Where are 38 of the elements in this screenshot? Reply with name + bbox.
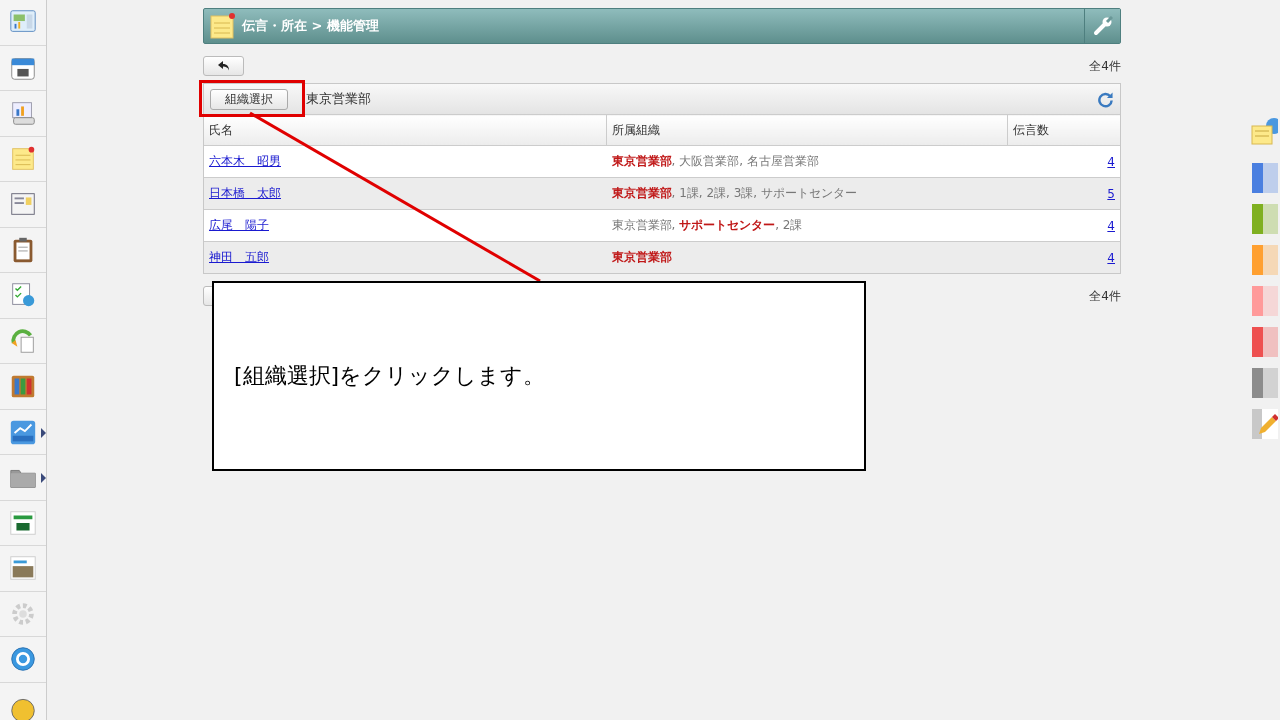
back-button[interactable] <box>203 56 244 76</box>
callout-text: [組織選択]をクリックします。 <box>234 362 546 390</box>
org-list: 東京営業部, 1課, 2課, 3課, サポートセンター <box>606 177 1008 210</box>
count-link[interactable]: 4 <box>1107 250 1115 265</box>
org-name: 東京営業部 <box>306 90 372 108</box>
name-link[interactable]: 日本橋 太郎 <box>209 186 281 200</box>
color-tab[interactable] <box>1252 327 1278 357</box>
pencil-icon <box>1252 409 1278 439</box>
wrench-icon <box>1092 16 1113 36</box>
refresh-icon[interactable] <box>1097 90 1114 108</box>
triangle-icon <box>41 473 46 483</box>
pencil-tab[interactable] <box>1252 409 1278 439</box>
color-tab[interactable] <box>1252 245 1278 275</box>
count-link[interactable]: 4 <box>1107 154 1115 169</box>
org-list: 東京営業部 <box>606 241 1008 273</box>
org-select-button[interactable]: 組織選択 <box>210 88 288 110</box>
color-tab[interactable] <box>1252 163 1278 193</box>
color-tab[interactable] <box>1252 286 1278 316</box>
org-list: 東京営業部, サポートセンター, 2課 <box>606 209 1008 242</box>
back-arrow-icon <box>216 60 231 72</box>
org-list: 東京営業部, 大阪営業部, 名古屋営業部 <box>606 145 1008 178</box>
notes-icon[interactable] <box>1250 116 1278 148</box>
total-count: 全4件 <box>1089 287 1121 305</box>
column-header: 伝言数 <box>1007 114 1120 146</box>
column-header: 氏名 <box>204 114 607 146</box>
page-title: 伝言・所在 > 機能管理 <box>242 17 380 35</box>
color-tab[interactable] <box>1252 368 1278 398</box>
name-link[interactable]: 神田 五郎 <box>209 250 269 264</box>
color-tab[interactable] <box>1252 204 1278 234</box>
count-link[interactable]: 5 <box>1107 186 1115 201</box>
name-link[interactable]: 広尾 陽子 <box>209 218 269 232</box>
settings-button[interactable] <box>1084 9 1120 43</box>
column-header: 所属組織 <box>606 114 1008 146</box>
name-link[interactable]: 六本木 昭男 <box>209 154 281 168</box>
count-link[interactable]: 4 <box>1107 218 1115 233</box>
total-count: 全4件 <box>1089 57 1121 75</box>
triangle-icon <box>41 427 46 438</box>
sticky-note-icon <box>210 13 236 39</box>
